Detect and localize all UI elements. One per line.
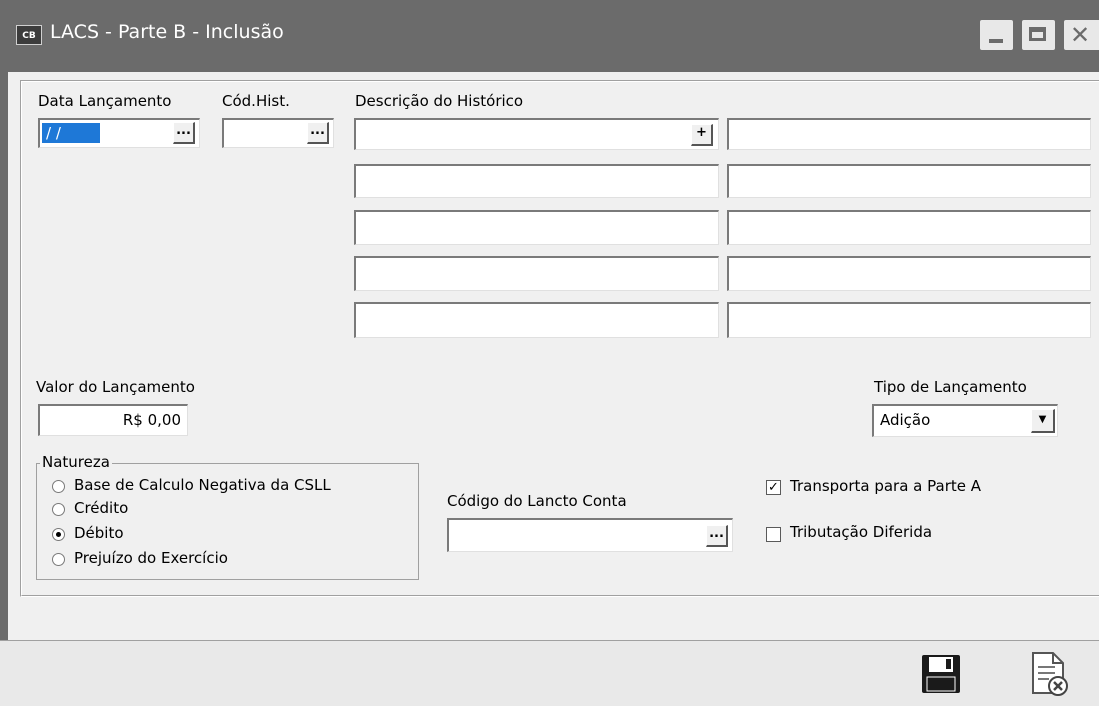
data-lancamento-value: / / [42, 123, 100, 143]
natureza-label: Natureza [40, 453, 112, 471]
radio-debito[interactable] [52, 528, 65, 541]
radio-selected-dot [56, 532, 61, 537]
valor-input[interactable]: R$ 0,00 [38, 404, 188, 436]
valor-label: Valor do Lançamento [36, 378, 195, 396]
descricao-line-3[interactable] [354, 164, 719, 198]
descricao-line-7[interactable] [354, 256, 719, 291]
descricao-line-4[interactable] [727, 164, 1091, 198]
descricao-expand-button[interactable]: + [691, 124, 713, 146]
radio-base-calculo-label: Base de Calculo Negativa da CSLL [74, 476, 331, 494]
valor-value: R$ 0,00 [122, 411, 181, 429]
maximize-button[interactable] [1022, 20, 1055, 50]
tributacao-label: Tributação Diferida [790, 523, 933, 541]
tipo-value: Adição [880, 411, 931, 429]
save-button[interactable] [918, 651, 964, 697]
codigo-lancto-label: Código do Lancto Conta [447, 492, 627, 510]
window-border [0, 72, 8, 706]
radio-credito[interactable] [52, 503, 65, 516]
descricao-label: Descrição do Histórico [355, 92, 524, 110]
close-button[interactable]: ✕ [1064, 20, 1099, 50]
descricao-line-5[interactable] [354, 210, 719, 245]
app-icon: CB [16, 25, 42, 45]
radio-prejuizo[interactable] [52, 553, 65, 566]
descricao-line-10[interactable] [727, 302, 1091, 338]
minimize-icon [989, 39, 1003, 43]
tipo-select[interactable]: Adição ▼ [872, 404, 1058, 437]
descricao-line-8[interactable] [727, 256, 1091, 291]
radio-debito-label: Débito [74, 524, 124, 542]
descricao-line-9[interactable] [354, 302, 719, 338]
minimize-button[interactable] [980, 20, 1013, 50]
window-title: LACS - Parte B - Inclusão [50, 21, 284, 43]
descricao-line-6[interactable] [727, 210, 1091, 245]
data-lancamento-label: Data Lançamento [38, 92, 172, 110]
cod-hist-label: Cód.Hist. [222, 92, 290, 110]
radio-base-calculo[interactable] [52, 480, 65, 493]
codigo-lancto-lookup-button[interactable]: ... [706, 525, 728, 547]
radio-prejuizo-label: Prejuízo do Exercício [74, 549, 228, 567]
transporta-checkbox[interactable]: ✓ [766, 480, 781, 495]
cancel-document-icon [1032, 652, 1068, 696]
chevron-down-icon[interactable]: ▼ [1031, 409, 1055, 433]
descricao-line-2[interactable] [727, 118, 1091, 150]
codigo-lancto-input[interactable] [447, 518, 733, 552]
cancel-button[interactable] [1025, 649, 1073, 699]
descricao-line-1[interactable] [354, 118, 719, 150]
save-icon [922, 655, 960, 693]
tipo-label: Tipo de Lançamento [874, 378, 1027, 396]
title-bar: CB LACS - Parte B - Inclusão ✕ [0, 0, 1099, 72]
radio-credito-label: Crédito [74, 499, 129, 517]
close-icon: ✕ [1070, 21, 1091, 49]
cod-hist-lookup-button[interactable]: ... [307, 122, 329, 144]
data-lancamento-lookup-button[interactable]: ... [173, 122, 195, 144]
transporta-label: Transporta para a Parte A [790, 477, 982, 495]
bottom-toolbar [0, 641, 1099, 706]
tributacao-checkbox[interactable] [766, 527, 781, 542]
maximize-icon [1029, 27, 1046, 41]
